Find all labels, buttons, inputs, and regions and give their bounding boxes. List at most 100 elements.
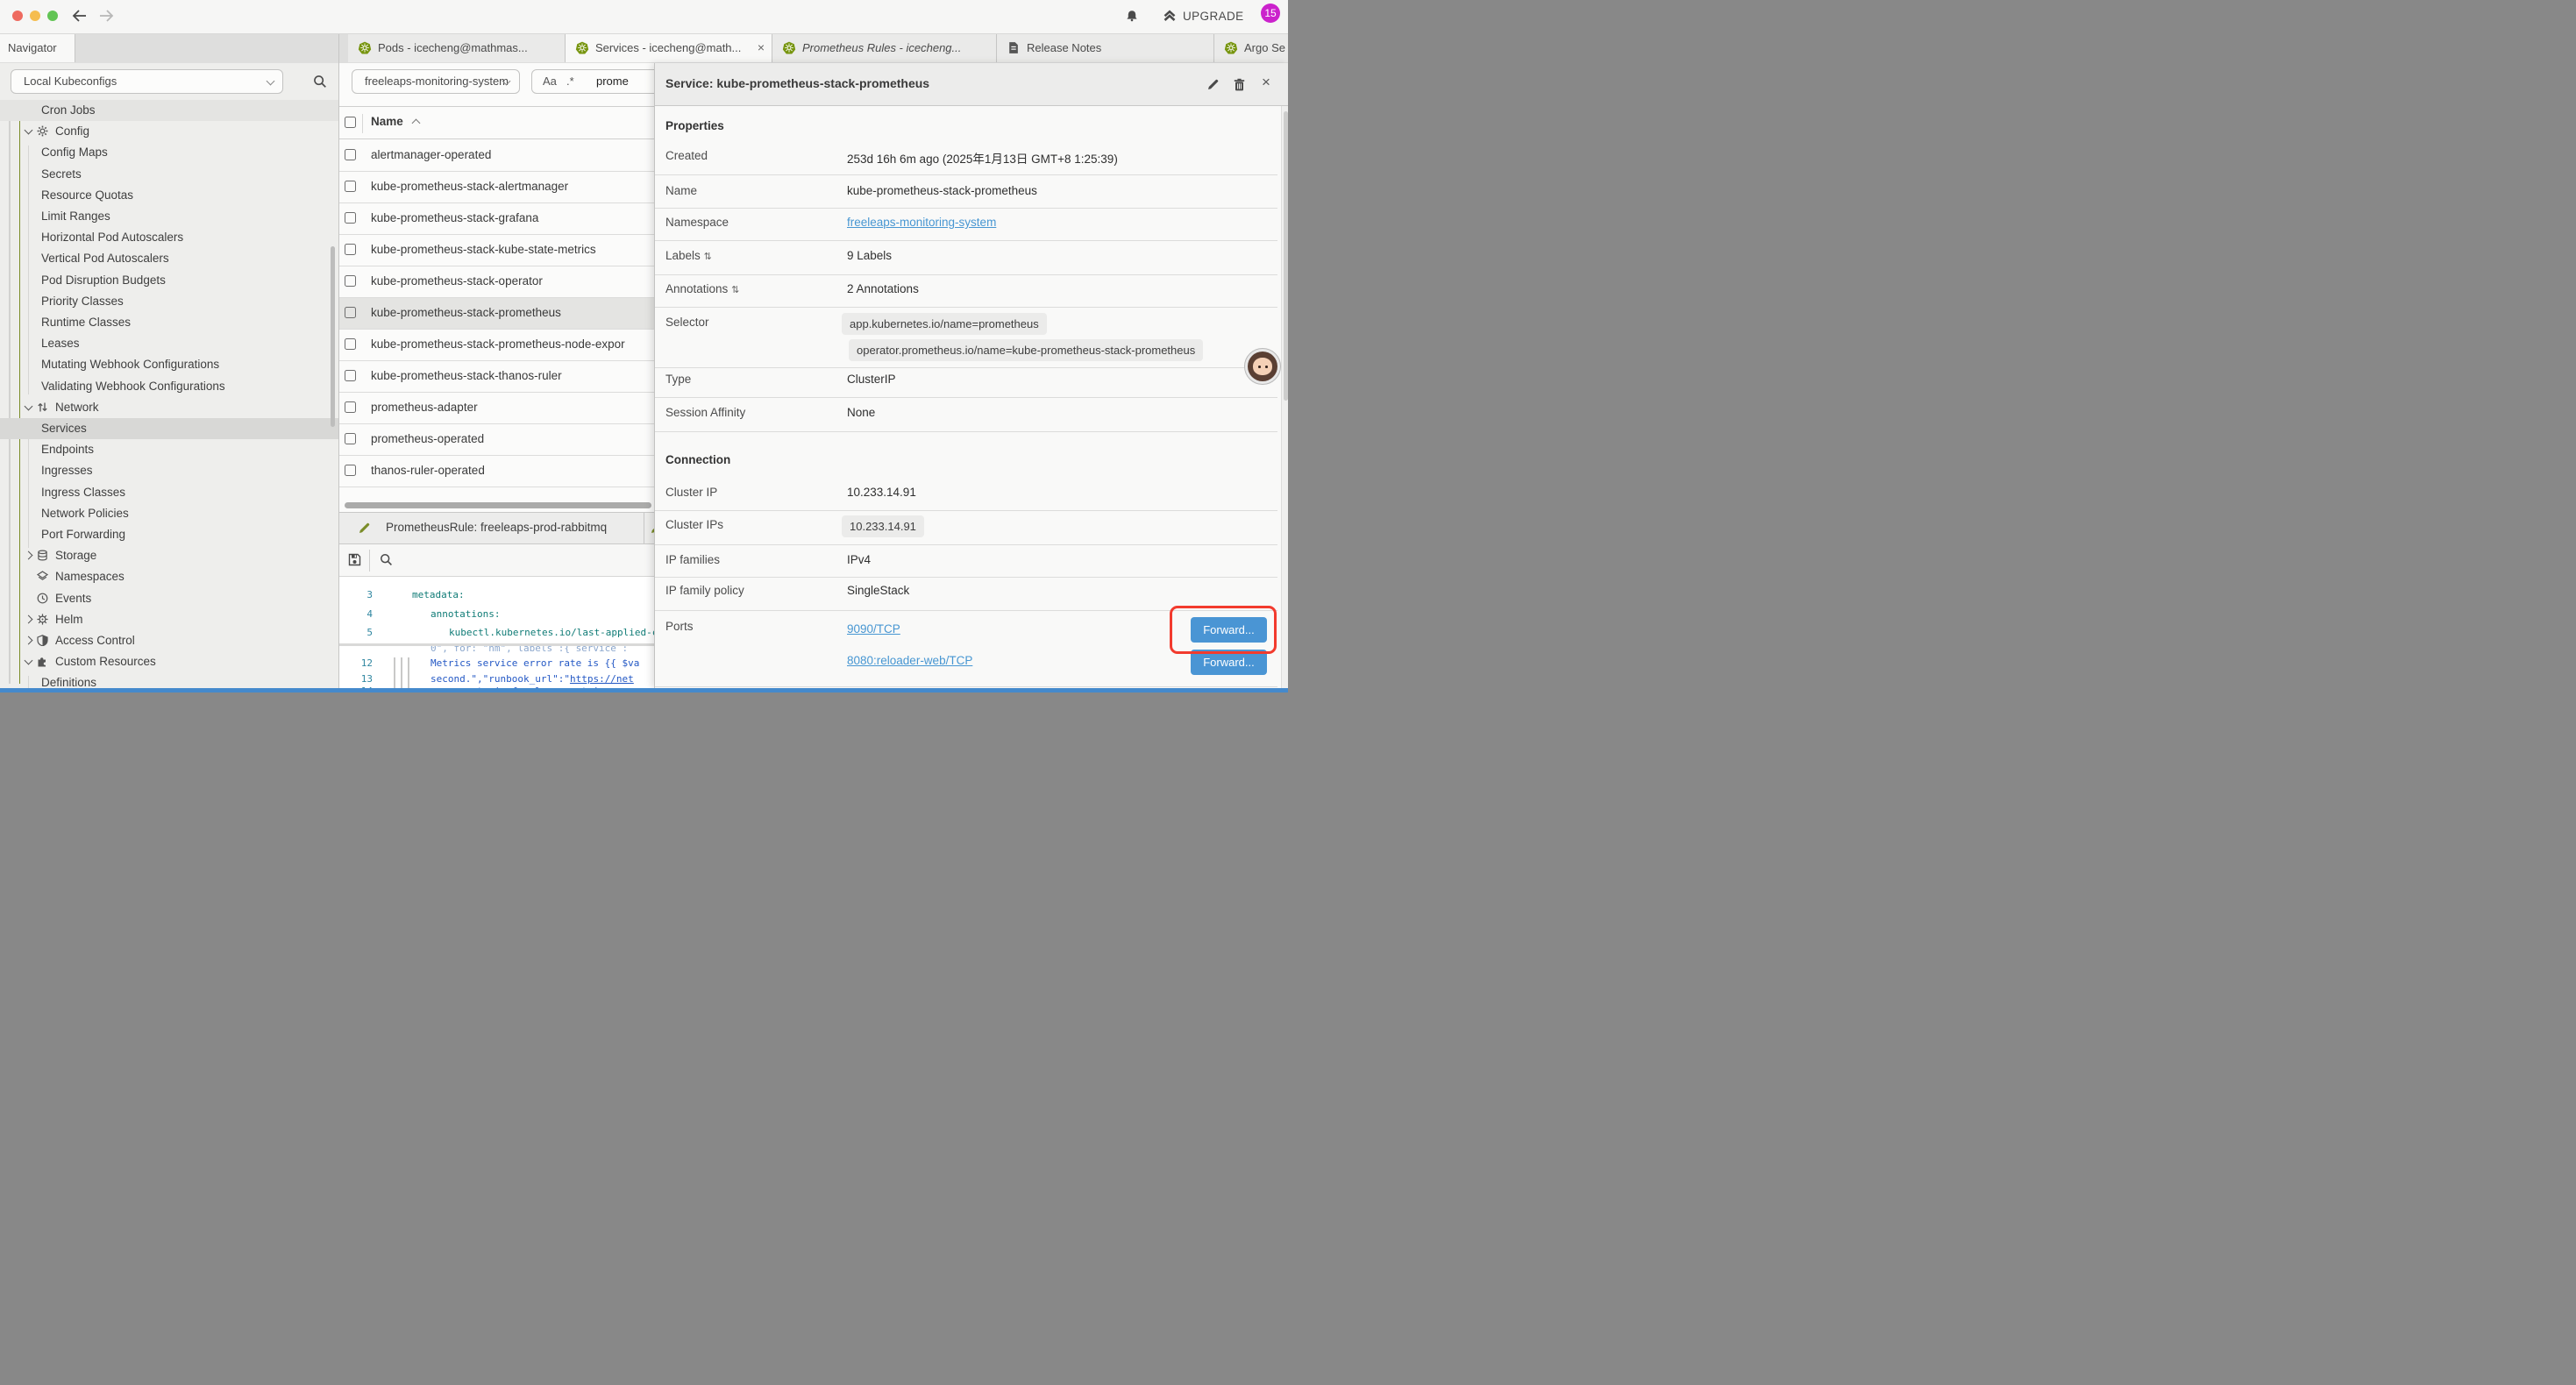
row-checkbox[interactable]: [345, 181, 356, 192]
tab-navigator[interactable]: Navigator: [0, 34, 75, 62]
sidebar-item-events[interactable]: Events: [0, 588, 338, 609]
code-line: metadata:: [412, 589, 465, 600]
close-drawer-icon[interactable]: ×: [1262, 75, 1270, 89]
helm-wheel-icon: [37, 614, 48, 625]
field-value-ip-families: IPv4: [847, 553, 871, 566]
row-checkbox[interactable]: [345, 433, 356, 444]
regex-toggle[interactable]: .*: [566, 75, 574, 88]
code-line: kubectl.kubernetes.io/last-applied-co: [449, 627, 664, 638]
sidebar-group-custom-resources[interactable]: Custom Resources: [0, 651, 338, 672]
sidebar-item-network-policies[interactable]: Network Policies: [0, 503, 338, 524]
service-detail-drawer: Service: kube-prometheus-stack-prometheu…: [654, 63, 1288, 688]
notifications-bell-icon[interactable]: [1125, 9, 1139, 23]
navigator-sidebar: Local Kubeconfigs Cron Jobs Config Confi…: [0, 63, 338, 688]
row-checkbox[interactable]: [345, 244, 356, 255]
avatar[interactable]: [1244, 348, 1281, 385]
row-checkbox[interactable]: [345, 307, 356, 318]
app-window: UPGRADE 15 Navigator Pods - icecheng@mat…: [0, 0, 1288, 692]
row-checkbox[interactable]: [345, 370, 356, 381]
row-checkbox[interactable]: [345, 149, 356, 160]
select-all-checkbox[interactable]: [345, 117, 356, 128]
sort-ascending-icon[interactable]: [412, 119, 421, 128]
namespace-link[interactable]: freeleaps-monitoring-system: [847, 216, 996, 229]
match-case-toggle[interactable]: Aa: [543, 75, 557, 88]
close-window-button[interactable]: [12, 11, 23, 21]
sidebar-item-vertical-pod-autoscalers[interactable]: Vertical Pod Autoscalers: [0, 248, 338, 269]
upgrade-label[interactable]: UPGRADE: [1183, 10, 1244, 23]
zoom-window-button[interactable]: [47, 11, 58, 21]
row-checkbox[interactable]: [345, 275, 356, 287]
namespace-select[interactable]: freeleaps-monitoring-system: [352, 69, 520, 94]
sidebar-item-secrets[interactable]: Secrets: [0, 164, 338, 185]
line-number: 4: [339, 608, 373, 620]
sidebar-item-pod-disruption-budgets[interactable]: Pod Disruption Budgets: [0, 270, 338, 291]
row-checkbox[interactable]: [345, 338, 356, 350]
sidebar-item-services[interactable]: Services: [0, 418, 338, 439]
field-label-annotations[interactable]: Annotations ⇅: [665, 282, 739, 295]
row-separator: [655, 307, 1277, 308]
sidebar-group-network[interactable]: Network: [0, 397, 338, 418]
minimize-window-button[interactable]: [30, 11, 40, 21]
sidebar-scrollbar[interactable]: [331, 246, 335, 427]
tab-argo[interactable]: Argo Se: [1214, 34, 1288, 62]
table-horizontal-scrollbar[interactable]: [345, 502, 651, 508]
editor-tab-prometheusrule[interactable]: PrometheusRule: freeleaps-prod-rabbitmq: [347, 513, 644, 543]
sidebar-item-leases[interactable]: Leases: [0, 333, 338, 354]
sidebar-item-endpoints[interactable]: Endpoints: [0, 439, 338, 460]
sidebar-item-config-maps[interactable]: Config Maps: [0, 142, 338, 163]
tab-prometheus-rules[interactable]: Prometheus Rules - icecheng...: [772, 34, 997, 62]
sidebar-item-mutating-webhook-configurations[interactable]: Mutating Webhook Configurations: [0, 354, 338, 375]
sidebar-item-ingress-classes[interactable]: Ingress Classes: [0, 482, 338, 503]
upgrade-icon[interactable]: [1163, 9, 1177, 23]
editor-search-icon[interactable]: [380, 553, 393, 566]
field-label-labels[interactable]: Labels ⇅: [665, 249, 712, 262]
forward-icon[interactable]: [98, 10, 114, 22]
sidebar-group-access-control[interactable]: Access Control: [0, 630, 338, 651]
sidebar-search-icon[interactable]: [313, 75, 327, 89]
column-header-name[interactable]: Name: [371, 115, 403, 128]
close-tab-icon[interactable]: ×: [758, 40, 765, 54]
tab-services[interactable]: Services - icecheng@math... ×: [566, 34, 772, 62]
sidebar-group-helm[interactable]: Helm: [0, 609, 338, 630]
sidebar-item-port-forwarding[interactable]: Port Forwarding: [0, 524, 338, 545]
tab-pods[interactable]: Pods - icecheng@mathmas...: [348, 34, 566, 62]
tab-release-notes[interactable]: Release Notes: [997, 34, 1214, 62]
field-label-session-affinity: Session Affinity: [665, 406, 745, 419]
sidebar-item-priority-classes[interactable]: Priority Classes: [0, 291, 338, 312]
row-separator: [655, 686, 1277, 687]
notification-count-badge[interactable]: 15: [1261, 4, 1280, 23]
kubeconfig-select[interactable]: Local Kubeconfigs: [11, 69, 283, 94]
sidebar-item-runtime-classes[interactable]: Runtime Classes: [0, 312, 338, 333]
row-separator: [655, 397, 1277, 398]
field-value-type: ClusterIP: [847, 373, 896, 386]
save-icon[interactable]: [348, 553, 361, 566]
port-link-8080[interactable]: 8080:reloader-web/TCP: [847, 654, 972, 667]
field-label-type: Type: [665, 373, 691, 386]
sidebar-item-namespaces[interactable]: Namespaces: [0, 566, 338, 587]
tab-label: Prometheus Rules - icecheng...: [802, 41, 986, 54]
edit-icon[interactable]: [1206, 78, 1220, 91]
sidebar-item-cron-jobs[interactable]: Cron Jobs: [0, 100, 338, 121]
row-checkbox[interactable]: [345, 212, 356, 224]
row-checkbox[interactable]: [345, 465, 356, 476]
table-search-input[interactable]: Aa .* prome: [531, 69, 672, 94]
delete-trash-icon[interactable]: [1233, 78, 1246, 91]
field-value-labels: 9 Labels: [847, 249, 892, 262]
sidebar-item-resource-quotas[interactable]: Resource Quotas: [0, 185, 338, 206]
back-icon[interactable]: [72, 10, 88, 22]
row-separator: [655, 274, 1277, 275]
sidebar-group-config[interactable]: Config: [0, 121, 338, 142]
drawer-scrollbar-thumb[interactable]: [1284, 111, 1288, 401]
drawer-scrollbar-track[interactable]: [1281, 106, 1288, 688]
code-line: annotations:: [431, 608, 500, 620]
sidebar-group-storage[interactable]: Storage: [0, 545, 338, 566]
field-label-ports: Ports: [665, 620, 694, 633]
sidebar-item-ingresses[interactable]: Ingresses: [0, 460, 338, 481]
sidebar-item-horizontal-pod-autoscalers[interactable]: Horizontal Pod Autoscalers: [0, 227, 338, 248]
port-link-9090[interactable]: 9090/TCP: [847, 622, 900, 636]
code-line: Metrics service error rate is {{ $va: [431, 657, 639, 669]
row-checkbox[interactable]: [345, 401, 356, 413]
sidebar-item-validating-webhook-configurations[interactable]: Validating Webhook Configurations: [0, 376, 338, 397]
search-value: prome: [596, 75, 629, 88]
sidebar-item-limit-ranges[interactable]: Limit Ranges: [0, 206, 338, 227]
